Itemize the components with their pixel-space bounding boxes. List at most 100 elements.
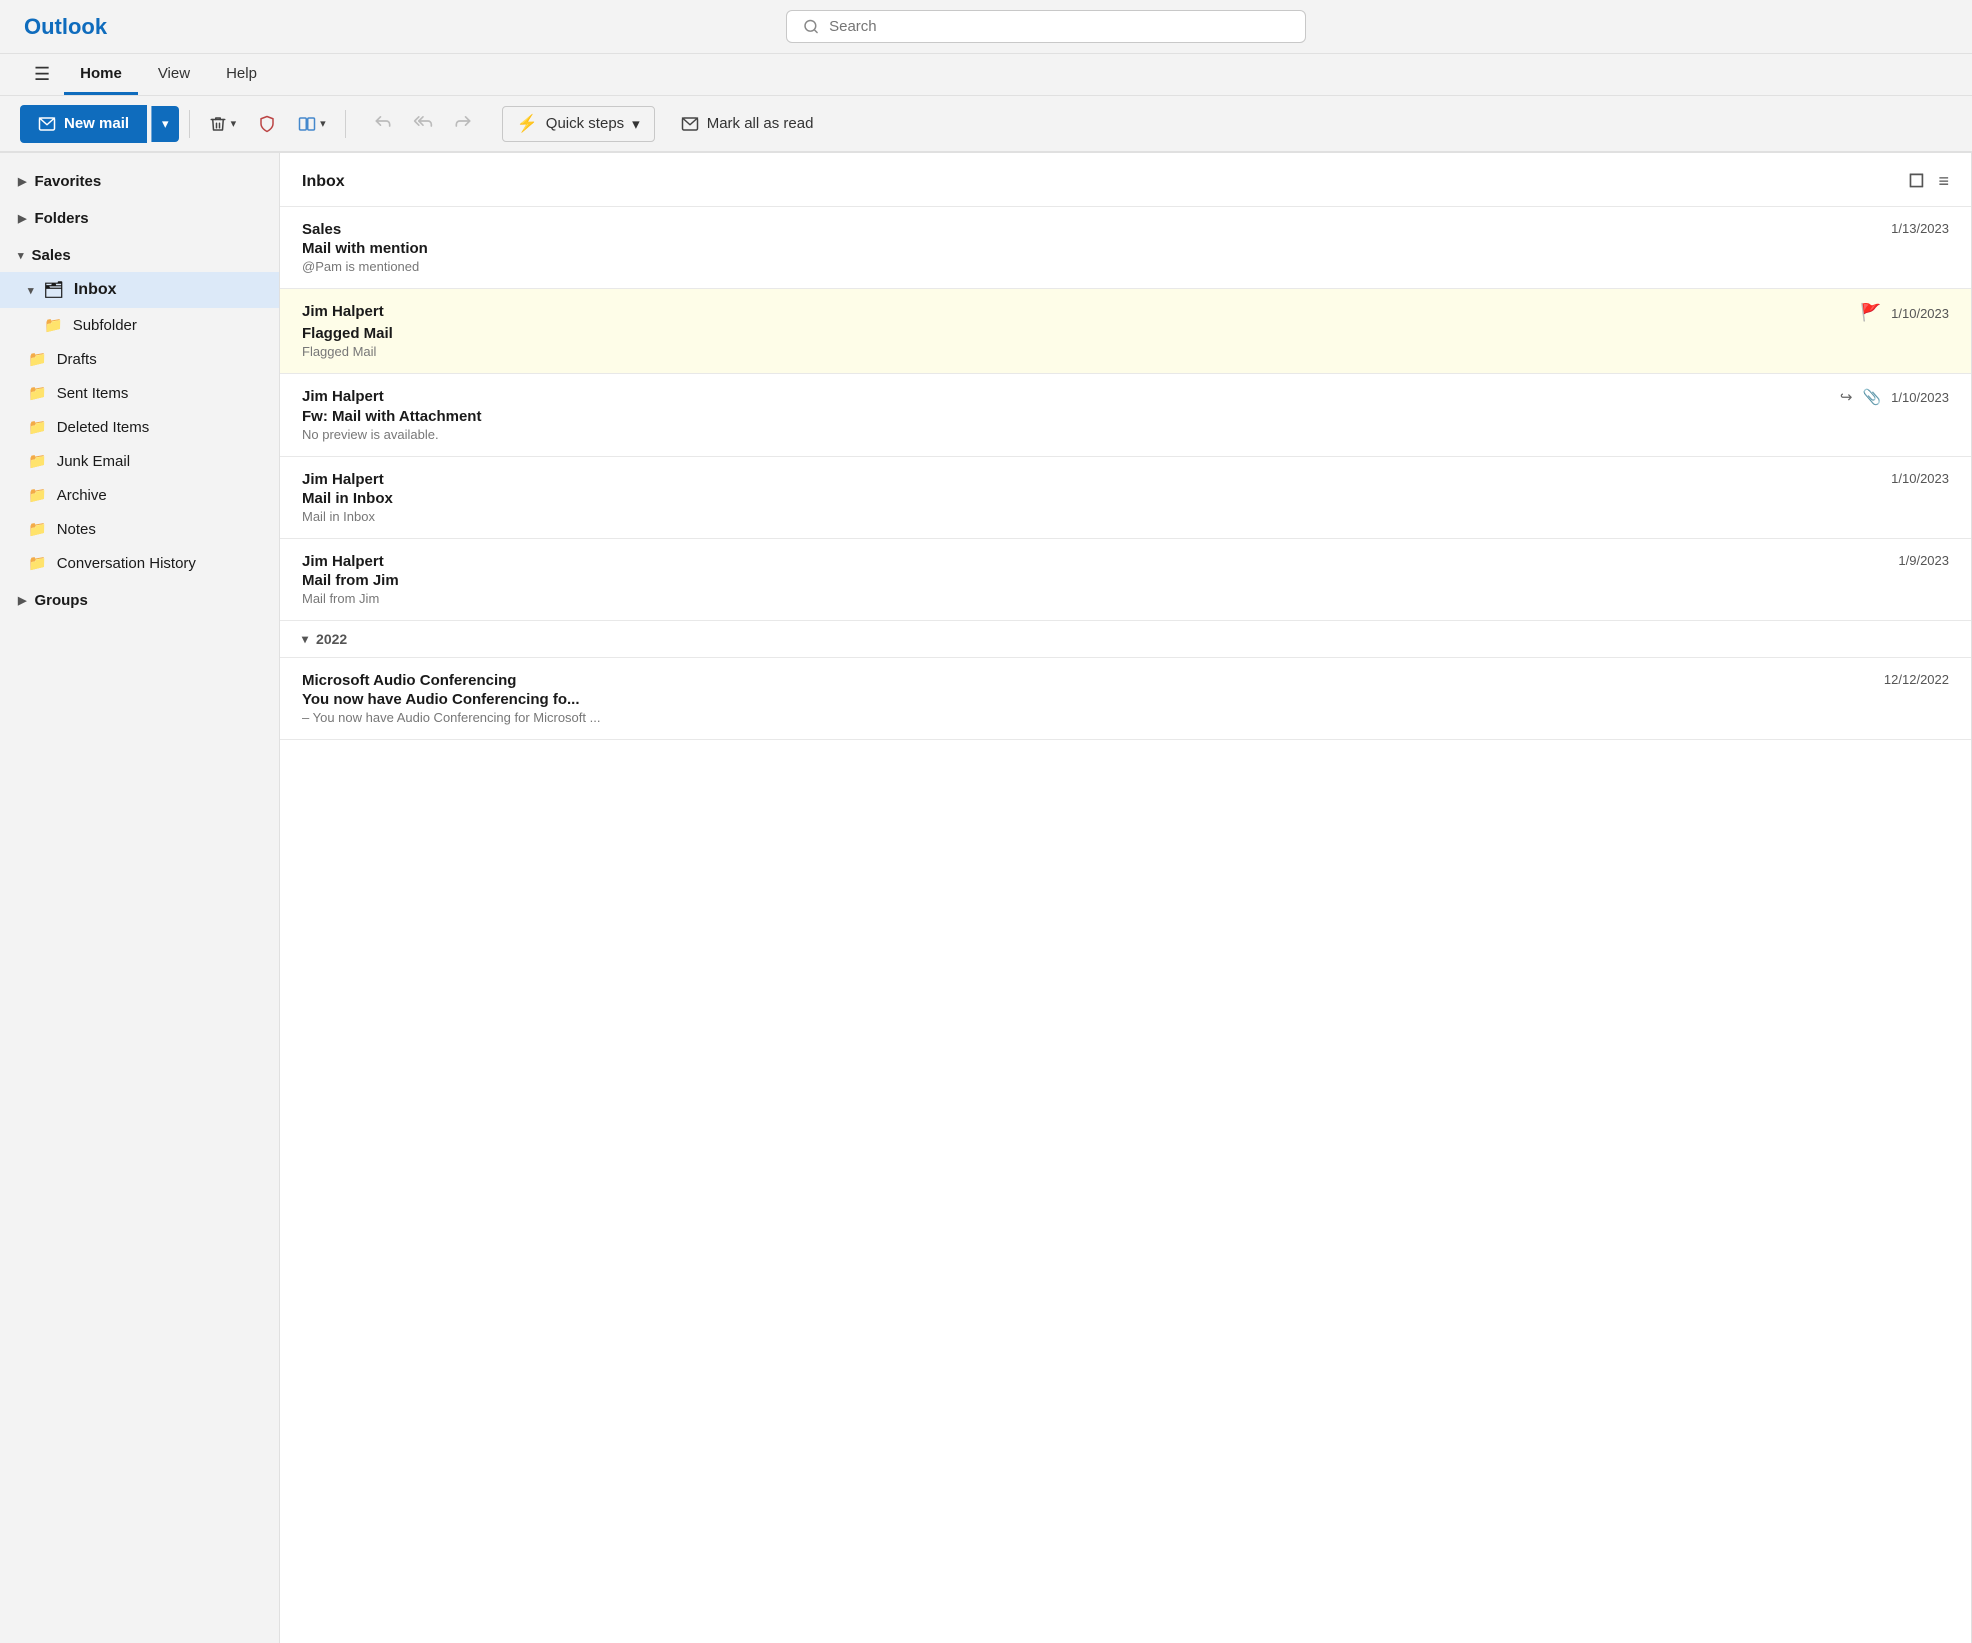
email-item[interactable]: Jim Halpert 🚩 1/10/2023 Flagged Mail Fla… xyxy=(280,289,1971,374)
email-row1: Jim Halpert ↪ 📎 1/10/2023 xyxy=(302,388,1949,406)
main-layout: ▶ Favorites ▶ Folders ▾ Sales ▾ 🗂 Inbox … xyxy=(0,153,1972,1643)
year-collapse-icon: ▾ xyxy=(302,632,308,646)
nav-row: ☰ Home View Help xyxy=(0,54,1972,96)
year-group[interactable]: ▾ 2022 xyxy=(280,621,1971,658)
sidebar-item-conversation-history[interactable]: 📁 Conversation History xyxy=(0,546,279,580)
year-label: 2022 xyxy=(316,631,347,647)
reply-buttons xyxy=(364,104,482,143)
inbox-expand-icon: ▾ xyxy=(28,284,34,297)
move-button[interactable]: ▾ xyxy=(289,108,335,140)
trash-icon xyxy=(209,115,227,133)
sidebar-item-drafts[interactable]: 📁 Drafts xyxy=(0,342,279,376)
email-meta: 1/10/2023 xyxy=(1891,471,1949,486)
email-date: 1/13/2023 xyxy=(1891,221,1949,236)
email-subject: Fw: Mail with Attachment xyxy=(302,408,1949,425)
app-title: Outlook xyxy=(24,14,124,40)
inbox-header: Inbox ☐ ≡ xyxy=(280,153,1971,207)
email-list-area: Inbox ☐ ≡ Sales 1/13/2023 Mail with ment… xyxy=(280,153,1972,1643)
envelope-icon xyxy=(38,115,56,133)
email-sender: Jim Halpert xyxy=(302,388,384,405)
favorites-section: ▶ Favorites xyxy=(0,165,279,198)
favorites-expand-icon: ▶ xyxy=(18,175,26,188)
lightning-icon: ⚡ xyxy=(517,114,538,134)
email-item[interactable]: Jim Halpert 1/10/2023 Mail in Inbox Mail… xyxy=(280,457,1971,539)
filter-icon[interactable]: ≡ xyxy=(1938,171,1949,192)
folders-section: ▶ Folders xyxy=(0,202,279,235)
email-row1: Microsoft Audio Conferencing 12/12/2022 xyxy=(302,672,1949,689)
email-sender: Jim Halpert xyxy=(302,553,384,570)
delete-button[interactable]: ▾ xyxy=(200,108,246,140)
top-header: Outlook xyxy=(0,0,1972,54)
email-item[interactable]: Jim Halpert 1/9/2023 Mail from Jim Mail … xyxy=(280,539,1971,621)
folders-header[interactable]: ▶ Folders xyxy=(0,202,279,235)
quick-steps-button[interactable]: ⚡ Quick steps ▾ xyxy=(502,106,655,142)
sidebar-item-subfolder[interactable]: 📁 Subfolder xyxy=(0,308,279,342)
search-icon xyxy=(803,18,819,35)
reply-button[interactable] xyxy=(364,104,402,143)
email-preview: – You now have Audio Conferencing for Mi… xyxy=(302,710,1949,725)
email-item[interactable]: Microsoft Audio Conferencing 12/12/2022 … xyxy=(280,658,1971,740)
email-row1: Jim Halpert 🚩 1/10/2023 xyxy=(302,303,1949,323)
search-input[interactable] xyxy=(829,18,1289,35)
email-sender: Jim Halpert xyxy=(302,471,384,488)
inbox-folder-icon: 🗂 xyxy=(44,280,64,300)
sidebar-item-inbox[interactable]: ▾ 🗂 Inbox xyxy=(0,272,279,308)
sidebar-item-sent[interactable]: 📁 Sent Items xyxy=(0,376,279,410)
sales-section: ▾ Sales ▾ 🗂 Inbox 📁 Subfolder 📁 Drafts 📁… xyxy=(0,239,279,580)
sales-expand-icon: ▾ xyxy=(18,249,24,262)
shield-icon xyxy=(258,115,276,133)
groups-header[interactable]: ▶ Groups xyxy=(0,584,279,617)
select-all-icon[interactable]: ☐ xyxy=(1908,171,1924,192)
forwarded-icon: ↪ xyxy=(1840,388,1853,406)
toolbar-separator-1 xyxy=(189,110,190,138)
email-date: 1/10/2023 xyxy=(1891,471,1949,486)
new-mail-button[interactable]: New mail xyxy=(20,105,147,143)
archive-folder-icon: 📁 xyxy=(28,486,47,504)
inbox-title: Inbox xyxy=(302,173,345,191)
envelope-read-icon xyxy=(681,115,699,133)
email-date: 1/9/2023 xyxy=(1898,553,1949,568)
move-icon xyxy=(298,115,316,133)
email-row1: Sales 1/13/2023 xyxy=(302,221,1949,238)
email-date: 1/10/2023 xyxy=(1891,306,1949,321)
tab-help[interactable]: Help xyxy=(210,55,273,95)
email-subject: Mail with mention xyxy=(302,240,1949,257)
subfolder-icon: 📁 xyxy=(44,316,63,334)
email-sender: Jim Halpert xyxy=(302,303,384,320)
tab-home[interactable]: Home xyxy=(64,55,138,95)
deleted-folder-icon: 📁 xyxy=(28,418,47,436)
sidebar-item-notes[interactable]: 📁 Notes xyxy=(0,512,279,546)
hamburger-button[interactable]: ☰ xyxy=(24,54,60,95)
email-sender: Sales xyxy=(302,221,341,238)
sales-header[interactable]: ▾ Sales xyxy=(0,239,279,272)
email-preview: @Pam is mentioned xyxy=(302,259,1949,274)
email-meta: ↪ 📎 1/10/2023 xyxy=(1840,388,1949,406)
forward-button[interactable] xyxy=(444,104,482,143)
reply-icon xyxy=(373,111,393,131)
email-preview: No preview is available. xyxy=(302,427,1949,442)
email-subject: You now have Audio Conferencing fo... xyxy=(302,691,1949,708)
conversation-folder-icon: 📁 xyxy=(28,554,47,572)
inbox-header-icons: ☐ ≡ xyxy=(1908,171,1949,192)
junk-folder-icon: 📁 xyxy=(28,452,47,470)
move-dropdown-arrow: ▾ xyxy=(320,117,326,130)
sidebar-item-deleted[interactable]: 📁 Deleted Items xyxy=(0,410,279,444)
favorites-header[interactable]: ▶ Favorites xyxy=(0,165,279,198)
new-mail-dropdown-button[interactable]: ▾ xyxy=(151,106,179,142)
forward-icon xyxy=(453,111,473,131)
sidebar-item-junk[interactable]: 📁 Junk Email xyxy=(0,444,279,478)
email-item[interactable]: Jim Halpert ↪ 📎 1/10/2023 Fw: Mail with … xyxy=(280,374,1971,457)
email-item[interactable]: Sales 1/13/2023 Mail with mention @Pam i… xyxy=(280,207,1971,289)
email-sender: Microsoft Audio Conferencing xyxy=(302,672,516,689)
tab-view[interactable]: View xyxy=(142,55,206,95)
mark-all-read-button[interactable]: Mark all as read xyxy=(667,108,828,140)
shield-button[interactable] xyxy=(249,108,285,140)
reply-all-button[interactable] xyxy=(404,104,442,143)
email-row1: Jim Halpert 1/10/2023 xyxy=(302,471,1949,488)
email-date: 12/12/2022 xyxy=(1884,672,1949,687)
drafts-folder-icon: 📁 xyxy=(28,350,47,368)
email-preview: Mail in Inbox xyxy=(302,509,1949,524)
attachment-icon: 📎 xyxy=(1862,388,1881,406)
sidebar-item-archive[interactable]: 📁 Archive xyxy=(0,478,279,512)
email-subject: Mail in Inbox xyxy=(302,490,1949,507)
